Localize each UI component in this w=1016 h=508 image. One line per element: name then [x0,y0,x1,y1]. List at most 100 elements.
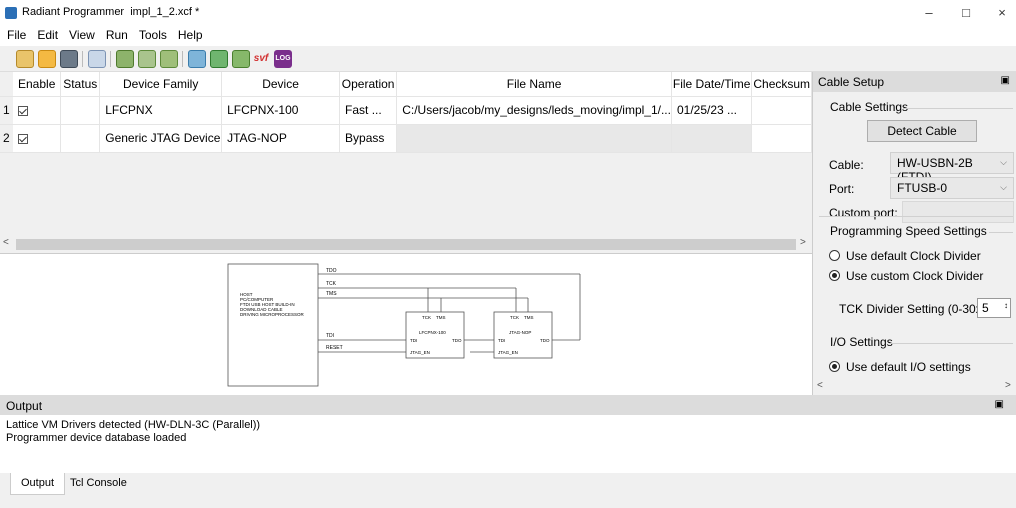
group-divider [889,343,1013,344]
col-checksum[interactable]: Checksum [752,72,812,96]
jtag-diagram-svg: HOST PC/COMPUTER FTDI USB HOST BUILD-IN … [0,254,812,396]
toolbar-separator [82,51,83,67]
spi-flash-icon[interactable] [232,50,250,68]
scroll-left-icon[interactable]: < [3,237,9,248]
device-2-tms: TMS [524,315,534,320]
tck-divider-spinner[interactable]: 5 ↕ [977,298,1011,318]
spinner-arrows-icon[interactable]: ↕ [1004,301,1008,310]
verify-icon[interactable] [138,50,156,68]
table-header-row: Enable Status Device Family Device Opera… [0,72,812,96]
program-icon[interactable] [116,50,134,68]
panel-horizontal-scrollbar[interactable]: < > [813,379,1016,395]
custom-port-field[interactable] [902,201,1014,223]
checkbox-checked-icon[interactable] [18,134,28,144]
tdi-signal-label: TDI [326,333,334,339]
io-settings-label: I/O Settings [830,335,893,349]
table-horizontal-scrollbar[interactable]: < > [0,236,812,253]
menu-tools[interactable]: Tools [135,26,171,44]
jtag-chain-diagram: HOST PC/COMPUTER FTDI USB HOST BUILD-IN … [0,253,812,395]
log-icon[interactable]: LOG [274,50,292,68]
close-button[interactable]: × [988,3,1016,23]
file-name-cell [397,124,672,152]
enable-checkbox[interactable] [13,96,61,124]
scan-device-icon[interactable] [88,50,106,68]
tck-divider-value: 5 [982,301,989,315]
col-operation[interactable]: Operation [340,72,397,96]
family-cell[interactable]: Generic JTAG Device [100,124,222,152]
menu-run[interactable]: Run [102,26,132,44]
menu-file[interactable]: File [3,26,30,44]
checkbox-checked-icon[interactable] [18,106,28,116]
float-panel-icon[interactable]: ▣ [1001,75,1010,86]
col-device-family[interactable]: Device Family [100,72,222,96]
device-cell[interactable]: JTAG-NOP [222,124,340,152]
radio-selected-icon[interactable] [829,270,840,281]
file-date-cell [671,124,751,152]
cable-setup-header: Cable Setup ▣ [813,72,1016,92]
menu-bar: FileEditViewRunToolsHelp [0,26,1016,46]
col-file-name[interactable]: File Name [397,72,672,96]
default-clock-option[interactable]: Use default Clock Divider [829,249,981,263]
cable-setup-panel: Cable Setup ▣ Cable Settings Detect Cabl… [812,72,1016,395]
menu-help[interactable]: Help [174,26,207,44]
device-cell[interactable]: LFCPNX-100 [222,96,340,124]
float-panel-icon[interactable]: ▣ [995,399,1004,410]
operation-cell[interactable]: Fast ... [340,96,397,124]
device-1-tdo: TDO [452,338,462,343]
device-1-tdi: TDI [410,338,417,343]
table-row[interactable]: 2 Generic JTAG Device JTAG-NOP Bypass [0,124,812,152]
new-project-icon[interactable] [16,50,34,68]
erase-icon[interactable] [160,50,178,68]
col-file-date[interactable]: File Date/Time [671,72,751,96]
custom-port-label: Custom port: [829,206,898,220]
scrollbar-thumb[interactable] [16,239,796,250]
title-bar: Radiant Programmer impl_1_2.xcf * – □ × [0,0,1016,26]
minimize-button[interactable]: – [915,3,943,23]
file-name-cell[interactable]: C:/Users/jacob/my_designs/leds_moving/im… [397,96,672,124]
tab-output[interactable]: Output [10,473,65,495]
status-cell [61,96,100,124]
device-1-tms: TMS [436,315,446,320]
menu-view[interactable]: View [65,26,99,44]
file-date-cell: 01/25/23 ... [671,96,751,124]
tms-signal-label: TMS [326,291,337,297]
port-select[interactable]: FTUSB-0 ⌵ [890,177,1014,199]
output-tabs: Output Tcl Console [0,473,1016,508]
download-icon[interactable] [210,50,228,68]
device-2-tdi: TDI [498,338,505,343]
toolbar-separator [182,51,183,67]
port-label: Port: [829,182,854,196]
operation-cell[interactable]: Bypass [340,124,397,152]
radio-selected-icon[interactable] [829,361,840,372]
family-cell[interactable]: LFCPNX [100,96,222,124]
chevron-down-icon[interactable]: ⌵ [1000,182,1007,193]
default-io-option[interactable]: Use default I/O settings [829,360,971,374]
run-icon[interactable] [188,50,206,68]
row-number-header [0,72,13,96]
enable-checkbox[interactable] [13,124,61,152]
scroll-left-icon[interactable]: < [817,380,823,391]
custom-clock-label: Use custom Clock Divider [846,269,983,283]
device-1-tck: TCK [422,315,431,320]
cable-select[interactable]: HW-USBN-2B (FTDI) ⌵ [890,152,1014,174]
menu-edit[interactable]: Edit [33,26,62,44]
output-title: Output [6,399,42,413]
scroll-right-icon[interactable]: > [800,237,806,248]
col-device[interactable]: Device [222,72,340,96]
tab-tcl-console[interactable]: Tcl Console [60,473,137,495]
col-enable[interactable]: Enable [13,72,61,96]
open-project-icon[interactable] [38,50,56,68]
detect-cable-button[interactable]: Detect Cable [867,120,977,142]
save-project-icon[interactable] [60,50,78,68]
status-cell [61,124,100,152]
col-status[interactable]: Status [61,72,100,96]
scroll-right-icon[interactable]: > [1005,380,1011,391]
svf-icon[interactable]: svf [252,50,270,68]
table-row[interactable]: 1 LFCPNX LFCPNX-100 Fast ... C:/Users/ja… [0,96,812,124]
chevron-down-icon[interactable]: ⌵ [1000,157,1007,168]
custom-clock-option[interactable]: Use custom Clock Divider [829,269,983,283]
cable-settings-label: Cable Settings [830,100,908,114]
device-1-name: LFCPNX-100 [419,330,446,335]
maximize-button[interactable]: □ [952,3,980,23]
radio-unselected-icon[interactable] [829,250,840,261]
